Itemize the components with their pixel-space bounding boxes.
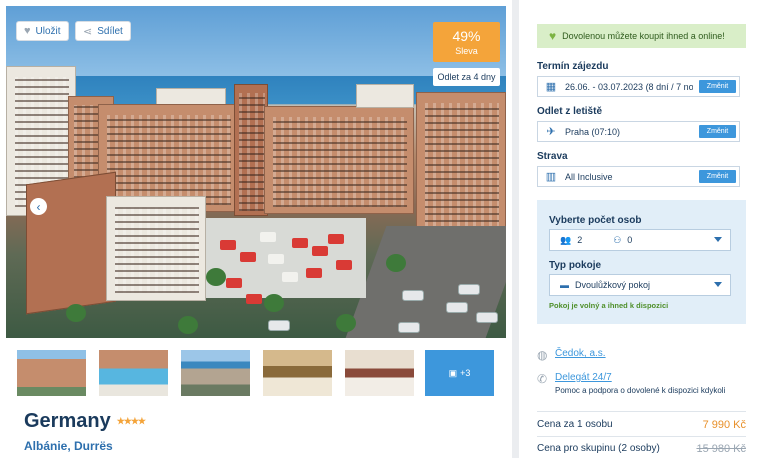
price-per-person-value: 7 990 Kč [702, 419, 746, 431]
board-value: All Inclusive [565, 171, 613, 182]
hotel-location[interactable]: Albánie, Durrës [24, 439, 113, 453]
booking-panel: ♥ Dovolenou můžete koupit ihned a online… [519, 0, 768, 458]
thumbnail-2[interactable] [99, 350, 168, 396]
term-label: Termín zájezdu [537, 61, 609, 72]
save-label: Uložit [35, 25, 61, 37]
hotel-building [264, 106, 414, 214]
board-field[interactable]: ▥ All Inclusive Změnit [537, 166, 740, 187]
delegate-info: ✆ Delegát 24/7 Pomoc a podpora o dovolen… [537, 372, 725, 395]
price-group-value: 15 980 Kč [696, 443, 746, 455]
online-note-text: Dovolenou můžete koupit ihned a online! [562, 31, 725, 41]
price-per-person-row: Cena za 1 osobu 7 990 Kč [537, 419, 746, 431]
gallery-icon: ▣ [448, 367, 458, 378]
room-label: Typ pokoje [549, 260, 602, 271]
online-note: ♥ Dovolenou můžete koupit ihned a online… [537, 24, 746, 48]
hotel-name: Germany [24, 410, 111, 432]
change-departure-button[interactable]: Změnit [699, 125, 736, 138]
persons-label: Vyberte počet osob [549, 215, 642, 226]
term-value: 26.06. - 03.07.2023 (8 dní / 7 nocí) [565, 81, 693, 92]
price-group-label: Cena pro skupinu (2 osoby) [537, 443, 660, 454]
hotel-tower [234, 84, 268, 216]
term-field[interactable]: ▦ 26.06. - 03.07.2023 (8 dní / 7 nocí) Z… [537, 76, 740, 97]
share-button[interactable]: ⋖ Sdílet [76, 22, 130, 40]
thumbnail-3[interactable] [181, 350, 250, 396]
discount-badge: 49% Sleva [433, 22, 500, 62]
more-photos-button[interactable]: ▣ +3 [425, 350, 494, 396]
divider [537, 436, 746, 437]
thumbnail-1[interactable] [17, 350, 86, 396]
meal-icon: ▥ [545, 171, 557, 183]
hotel-title: Germany ★★★★ [24, 410, 146, 433]
board-label: Strava [537, 151, 568, 162]
departure-field[interactable]: ✈ Praha (07:10) Změnit [537, 121, 740, 142]
chat-icon: ✆ [537, 372, 548, 386]
chevron-down-icon [714, 282, 722, 287]
heart-icon: ♥ [549, 29, 557, 43]
change-term-button[interactable]: Změnit [699, 80, 736, 93]
children-count: 0 [627, 235, 633, 245]
change-board-button[interactable]: Změnit [699, 170, 736, 183]
room-value: Dvoulůžkový pokoj [575, 280, 651, 290]
thumbnail-4[interactable] [263, 350, 332, 396]
building [106, 196, 206, 301]
hotel-card: ♥ Uložit ⋖ Sdílet 49% Sleva Odlet za 4 d… [0, 0, 512, 458]
save-button[interactable]: ♥ Uložit [17, 22, 68, 40]
calendar-icon: ▦ [545, 81, 557, 93]
adults-count: 2 [577, 235, 583, 245]
discount-label: Sleva [455, 46, 478, 56]
agency-link[interactable]: Čedok, a.s. [555, 348, 606, 359]
star-rating: ★★★★ [116, 416, 146, 426]
chevron-left-icon: ‹ [36, 199, 41, 214]
child-icon: ⚇ [613, 234, 622, 245]
prev-photo-button[interactable]: ‹ [30, 198, 47, 215]
thumbnail-strip: ▣ +3 [17, 350, 497, 396]
discount-percent: 49% [452, 28, 481, 44]
availability-text: Pokoj je volný a ihned k dispozici [549, 301, 669, 310]
divider [537, 411, 746, 412]
delegate-subtitle: Pomoc a podpora o dovolené k dispozici k… [555, 386, 726, 395]
bed-icon: ▬ [560, 280, 569, 290]
room-select[interactable]: ▬ Dvoulůžkový pokoj [549, 274, 731, 296]
price-per-person-label: Cena za 1 osobu [537, 419, 613, 430]
thumbnail-5[interactable] [345, 350, 414, 396]
building [356, 84, 414, 108]
delegate-link[interactable]: Delegát 24/7 [555, 372, 725, 383]
hotel-photo[interactable]: ♥ Uložit ⋖ Sdílet 49% Sleva Odlet za 4 d… [6, 6, 506, 338]
building-roof [26, 171, 116, 315]
departure-label: Odlet z letiště [537, 106, 603, 117]
heart-icon: ♥ [24, 25, 31, 37]
adults-icon: 👥 [560, 234, 572, 245]
agency-info: ◍ Čedok, a.s. [537, 348, 606, 362]
chevron-down-icon [714, 237, 722, 242]
more-photos-count: +3 [460, 368, 471, 378]
share-label: Sdílet [97, 25, 123, 37]
departure-badge: Odlet za 4 dny [433, 68, 500, 86]
price-group-row: Cena pro skupinu (2 osoby) 15 980 Kč [537, 443, 746, 455]
room-selection-box: Vyberte počet osob 👥 2 ⚇ 0 Typ pokoje ▬ … [537, 200, 746, 324]
airplane-icon: ✈ [546, 126, 556, 138]
departure-value: Praha (07:10) [565, 126, 621, 137]
persons-select[interactable]: 👥 2 ⚇ 0 [549, 229, 731, 251]
globe-icon: ◍ [537, 348, 548, 362]
share-icon: ⋖ [83, 25, 93, 38]
